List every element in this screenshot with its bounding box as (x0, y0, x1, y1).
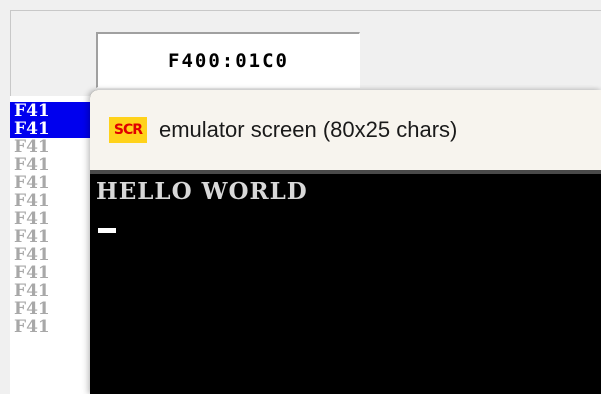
address-row[interactable]: F41 (10, 138, 100, 156)
address-field-value: F400:01C0 (168, 49, 289, 72)
address-row-selected[interactable]: F41 (10, 120, 100, 138)
address-row-selected[interactable]: F41 (10, 102, 100, 120)
address-row[interactable]: F41 (10, 174, 100, 192)
window-border-top (10, 10, 601, 11)
address-row[interactable]: F41 (10, 192, 100, 210)
scr-app-icon: SCR (109, 117, 147, 143)
address-field[interactable]: F400:01C0 (96, 32, 360, 88)
emulator-titlebar[interactable]: SCR emulator screen (80x25 chars) (90, 90, 601, 170)
text-cursor (98, 228, 116, 233)
scr-app-icon-label: SCR (113, 122, 143, 138)
address-row[interactable]: F41 (10, 228, 100, 246)
screen-text-line: HELLO WORLD (96, 178, 308, 205)
address-row[interactable]: F41 (10, 282, 100, 300)
emulator-screen[interactable]: HELLO WORLD (90, 174, 601, 394)
emulator-window-title: emulator screen (80x25 chars) (159, 117, 458, 142)
emulator-window[interactable]: SCR emulator screen (80x25 chars) HELLO … (90, 90, 601, 394)
disassembly-address-list[interactable]: F41 F41 F41 F41 F41 F41 F41 F41 F41 F41 … (10, 96, 100, 394)
address-row[interactable]: F41 (10, 264, 100, 282)
address-row[interactable]: F41 (10, 300, 100, 318)
address-row[interactable]: F41 (10, 156, 100, 174)
desktop: F400:01C0 F41 F41 F41 F41 F41 F41 F41 F4… (0, 0, 601, 394)
address-row[interactable]: F41 (10, 246, 100, 264)
address-row[interactable]: F41 (10, 210, 100, 228)
address-row[interactable]: F41 (10, 318, 100, 336)
